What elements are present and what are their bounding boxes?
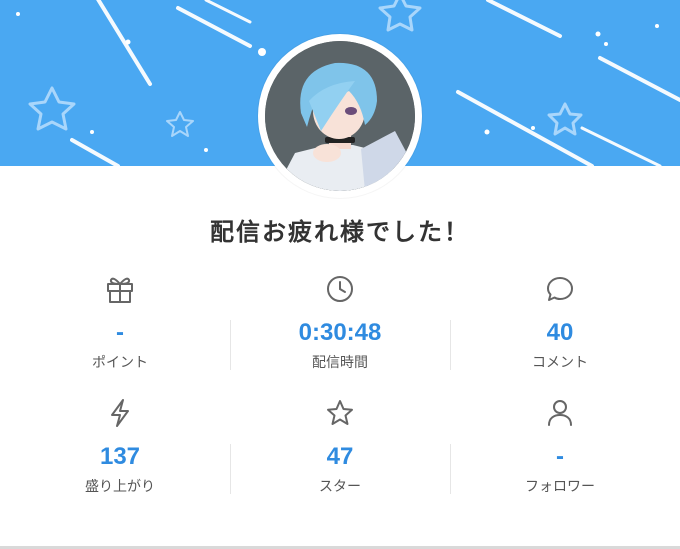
stats-grid: - ポイント 0:30:48 配信時間 40 コメント 137 盛り上がり 47… (10, 262, 670, 510)
stat-value: 47 (326, 443, 354, 470)
star-icon (327, 400, 353, 425)
divider (230, 320, 231, 370)
lightning-icon (111, 399, 129, 427)
comment-icon (547, 277, 573, 301)
stat-stars: 47 スター (230, 386, 450, 510)
divider (450, 320, 451, 370)
stat-label: ポイント (92, 355, 148, 371)
stat-comments: 40 コメント (450, 262, 670, 386)
divider (230, 444, 231, 494)
stat-points: - ポイント (10, 262, 230, 386)
stat-label: コメント (532, 355, 588, 371)
stat-followers: - フォロワー (450, 386, 670, 510)
avatar-image (265, 41, 415, 191)
stats-row-1: - ポイント 0:30:48 配信時間 40 コメント (10, 262, 670, 386)
clock-icon (327, 276, 353, 302)
stat-value: 0:30:48 (298, 319, 382, 346)
divider (450, 444, 451, 494)
streamer-avatar (258, 34, 422, 198)
stat-label: 盛り上がり (85, 479, 155, 495)
stat-value: - (556, 443, 564, 470)
person-icon (548, 400, 572, 426)
gift-icon (107, 277, 133, 303)
stat-stream-time: 0:30:48 配信時間 (230, 262, 450, 386)
stat-value: 40 (546, 319, 574, 346)
stat-value: 137 (99, 443, 141, 470)
avatar-illustration-icon (265, 41, 415, 191)
stat-label: 配信時間 (312, 355, 368, 371)
stats-row-2: 137 盛り上がり 47 スター - フォロワー (10, 386, 670, 510)
stream-end-title: 配信お疲れ様でした！ (210, 218, 470, 246)
stat-label: スター (319, 479, 361, 495)
stat-label: フォロワー (525, 479, 595, 495)
stat-excitement: 137 盛り上がり (10, 386, 230, 510)
stat-value: - (116, 319, 124, 346)
